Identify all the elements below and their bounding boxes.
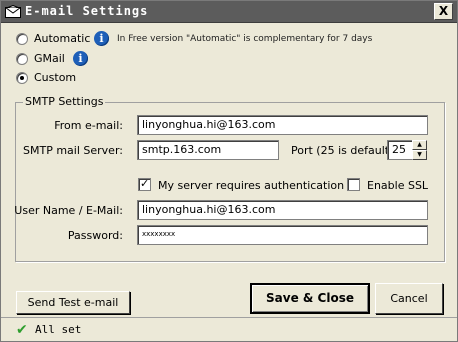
save-close-button[interactable]: Save & Close <box>250 283 370 314</box>
from-email-label: From e-mail: <box>54 119 123 132</box>
info-icon[interactable]: i <box>73 51 88 66</box>
smtp-settings-title: SMTP Settings <box>23 95 106 108</box>
radio-automatic-label[interactable]: Automatic <box>34 32 90 45</box>
ssl-label[interactable]: Enable SSL <box>367 179 428 192</box>
auth-checkbox[interactable] <box>138 177 151 191</box>
close-button[interactable]: X <box>434 3 453 20</box>
email-settings-dialog: E-mail Settings X Automatic i In Free ve… <box>0 0 458 342</box>
window-title: E-mail Settings <box>25 4 149 18</box>
smtp-server-label: SMTP mail Server: <box>23 144 123 157</box>
smtp-server-field[interactable]: smtp.163.com <box>137 140 279 160</box>
automatic-note: In Free version "Automatic" is complemen… <box>117 34 373 44</box>
password-field[interactable]: xxxxxxxx <box>137 225 428 245</box>
port-label: Port (25 is default): <box>291 144 398 157</box>
radio-automatic[interactable] <box>16 33 28 45</box>
spin-up-icon[interactable]: ▲ <box>412 140 427 150</box>
cancel-button[interactable]: Cancel <box>375 283 443 314</box>
radio-custom[interactable] <box>16 72 28 84</box>
port-field[interactable]: 25 <box>387 140 413 160</box>
port-spinner[interactable]: ▲ ▼ <box>412 140 427 160</box>
password-label: Password: <box>67 229 123 242</box>
username-field[interactable]: linyonghua.hi@163.com <box>137 200 428 220</box>
status-bar: ✔ All set <box>1 317 457 341</box>
radio-gmail[interactable] <box>16 53 28 65</box>
username-label: User Name / E-Mail: <box>14 204 123 217</box>
envelope-icon <box>5 5 21 18</box>
radio-gmail-label[interactable]: GMail <box>34 52 65 65</box>
status-text: All set <box>35 323 82 336</box>
from-email-field[interactable]: linyonghua.hi@163.com <box>137 115 428 135</box>
check-icon: ✔ <box>16 322 28 338</box>
title-bar[interactable]: E-mail Settings X <box>1 1 457 23</box>
spin-down-icon[interactable]: ▼ <box>412 150 427 160</box>
ssl-checkbox[interactable] <box>347 178 360 191</box>
send-test-email-button[interactable]: Send Test e-mail <box>16 291 130 314</box>
auth-label[interactable]: My server requires authentication <box>158 179 344 192</box>
info-icon[interactable]: i <box>94 31 109 46</box>
radio-custom-label[interactable]: Custom <box>34 71 76 84</box>
